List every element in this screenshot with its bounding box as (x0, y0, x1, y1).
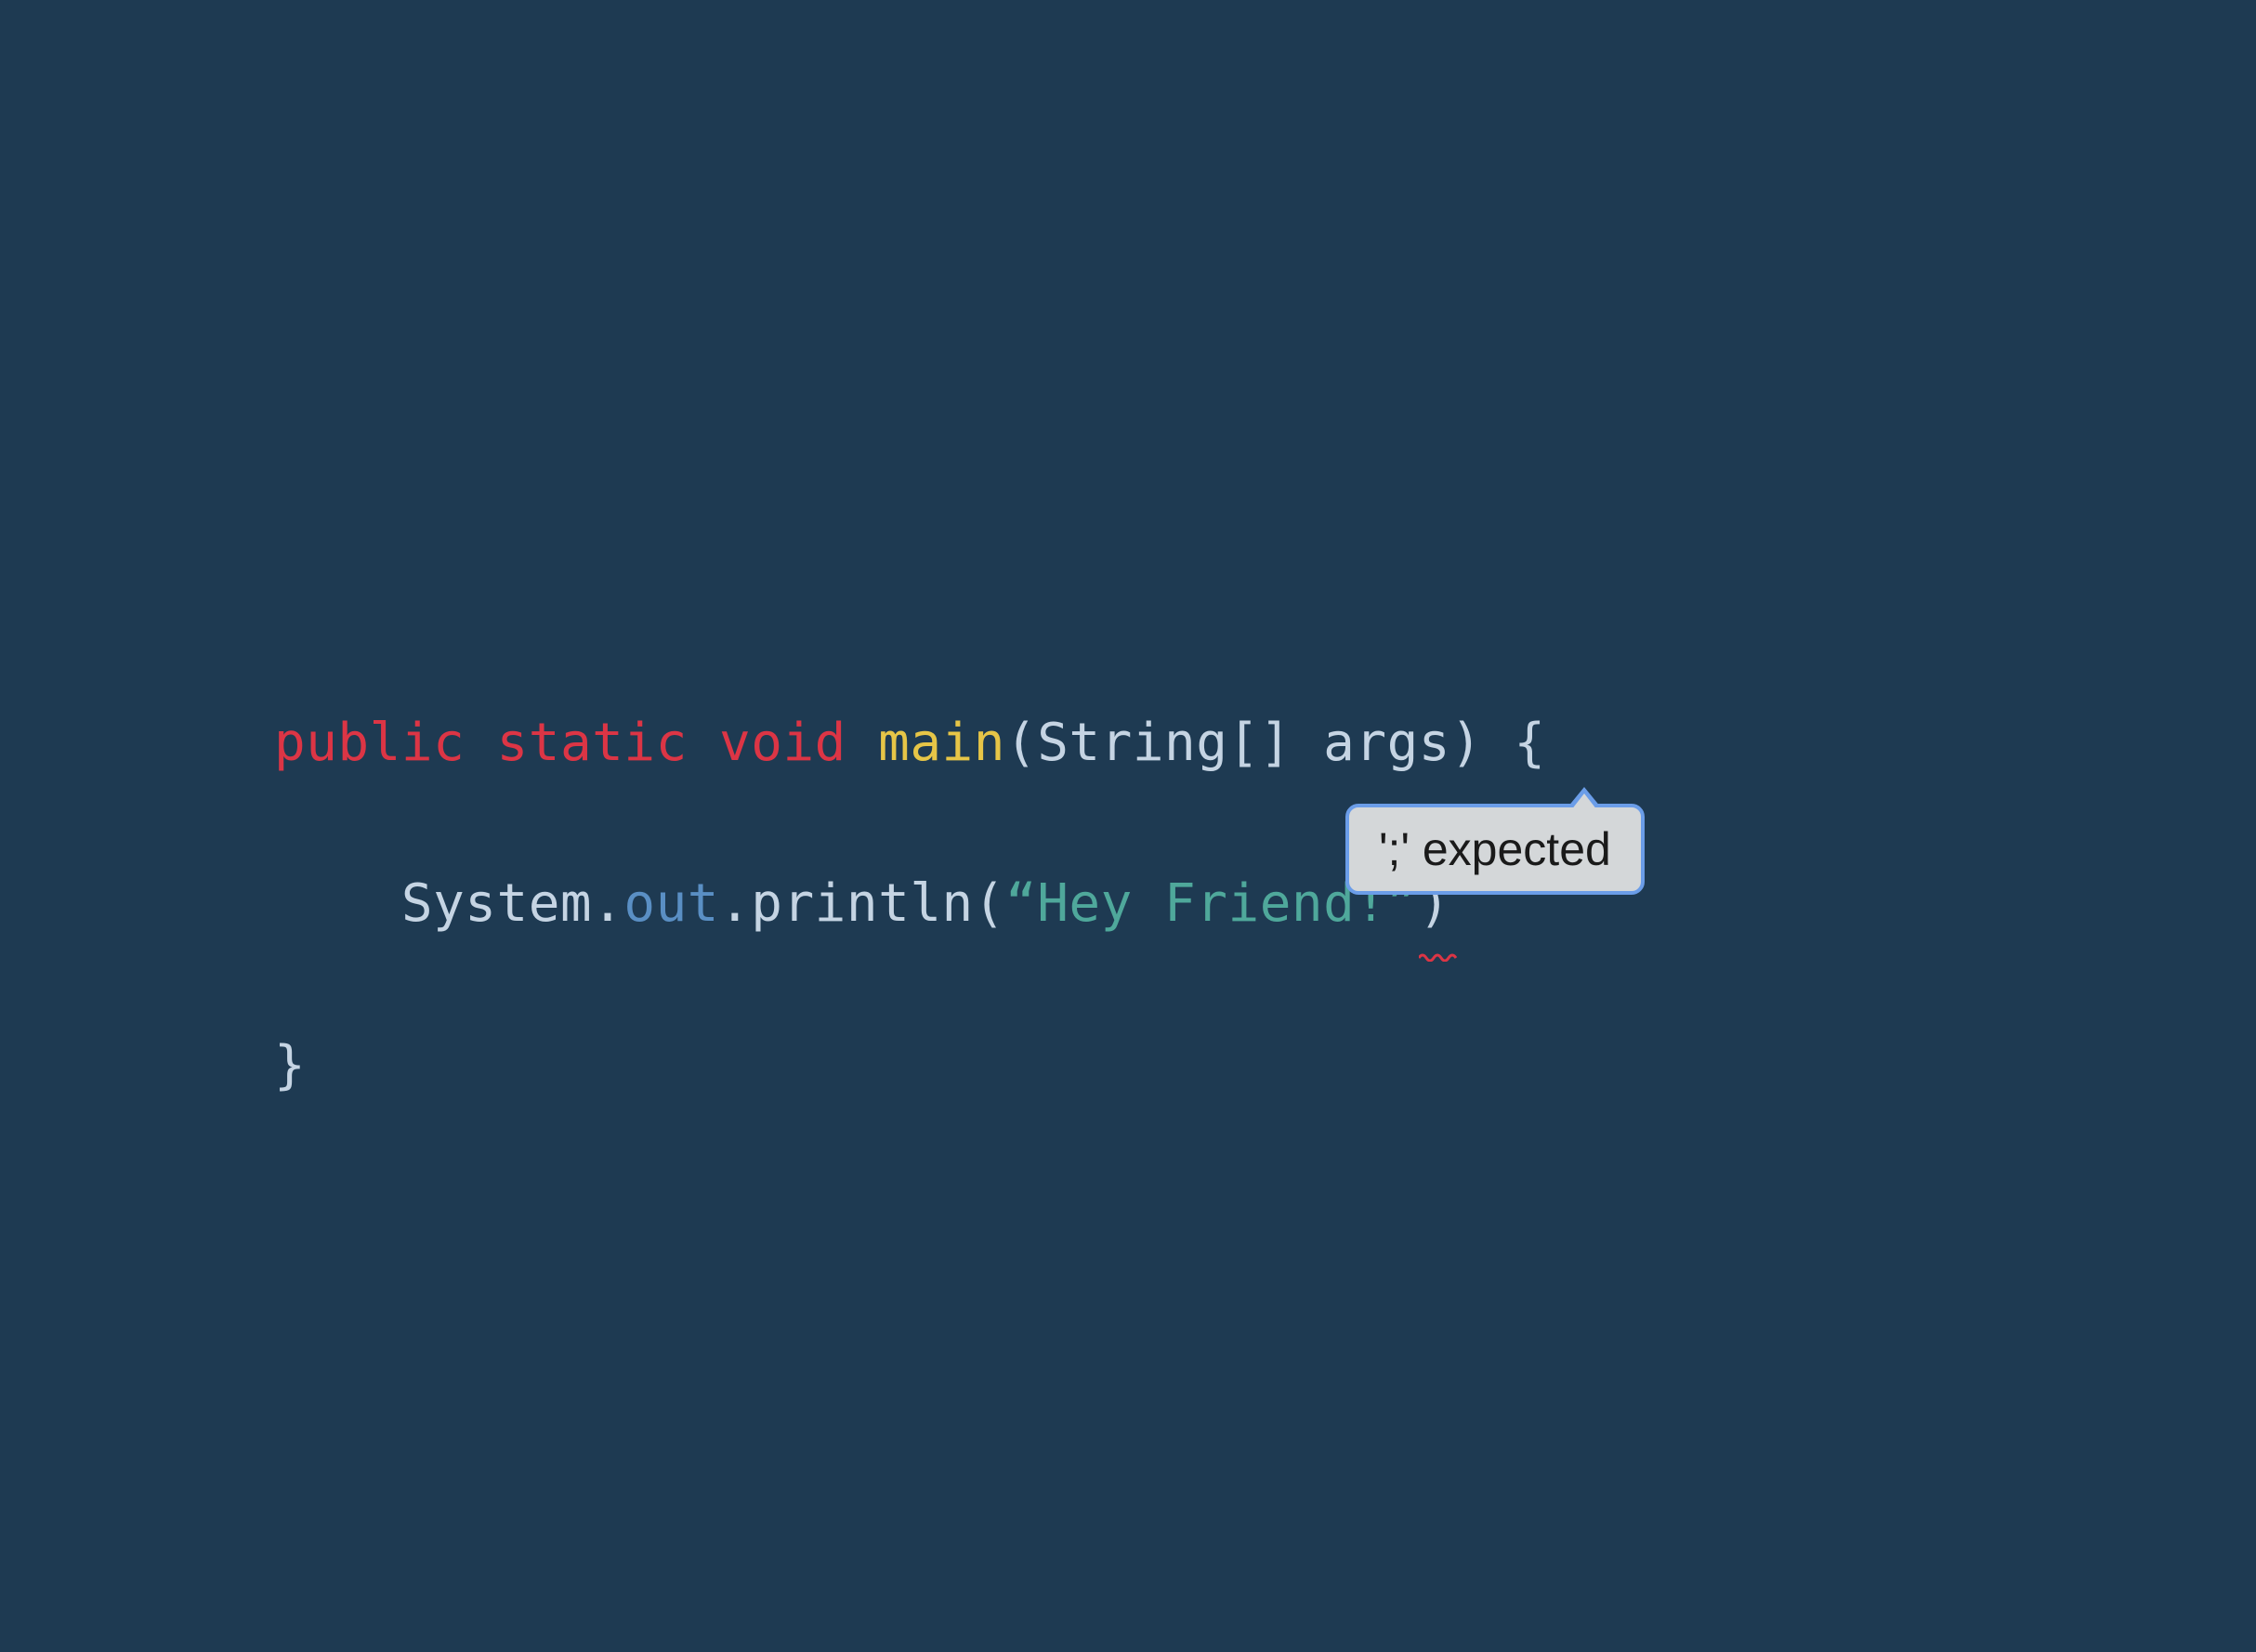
method-main: main (878, 713, 1005, 773)
paren-close: ) (1450, 713, 1482, 773)
param-args: args (1323, 713, 1450, 773)
method-println: println (751, 873, 974, 934)
keyword-static: static (497, 713, 688, 773)
error-message: ';' expected (1379, 823, 1611, 875)
error-squiggle-icon (1419, 951, 1460, 962)
code-line-3: } (274, 1026, 1546, 1107)
array-brackets: [] (1227, 713, 1291, 773)
type-string: String (1037, 713, 1227, 773)
paren-open: ( (1005, 713, 1037, 773)
field-out: out (623, 873, 719, 934)
error-tooltip[interactable]: ';' expected (1345, 804, 1645, 895)
brace-open: { (1482, 713, 1545, 773)
class-system: System (401, 873, 592, 934)
code-editor-view: public static void main(String[] args) {… (274, 623, 1546, 1187)
tooltip-pointer-inner-icon (1571, 793, 1597, 810)
keyword-public: public (274, 713, 465, 773)
keyword-void: void (719, 713, 846, 773)
code-line-1: public static void main(String[] args) { (274, 703, 1546, 784)
brace-close: } (274, 1035, 306, 1095)
